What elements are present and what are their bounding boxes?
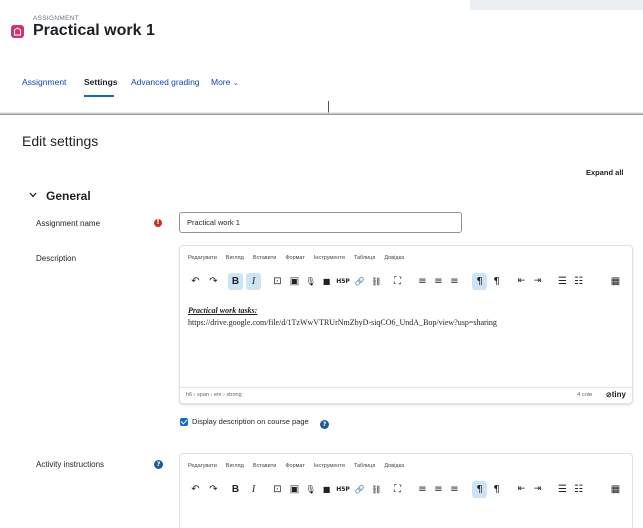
help-icon[interactable]: ?	[154, 460, 163, 469]
redo-icon[interactable]: ↷	[206, 273, 221, 290]
align-center-icon[interactable]: ≡	[431, 273, 446, 290]
tab-advanced-grading[interactable]: Advanced grading	[131, 77, 200, 87]
page-header: ASSIGNMENT Practical work 1	[0, 0, 643, 50]
activity-type-label: ASSIGNMENT	[33, 15, 79, 22]
general-section-header[interactable]: General	[46, 189, 91, 203]
align-right-icon[interactable]: ≡	[447, 273, 462, 290]
active-tab-indicator	[84, 95, 114, 97]
menu-help[interactable]: Довідка	[384, 255, 404, 265]
italic-button[interactable]: I	[246, 481, 261, 498]
editor-statusbar: h6 › span › em › strong 4 слів ⊘tiny	[180, 387, 632, 403]
h5p-icon[interactable]: H5P	[334, 273, 352, 290]
undo-icon[interactable]: ↶	[188, 273, 203, 290]
microphone-icon[interactable]: 🎙	[303, 481, 318, 498]
menu-edit[interactable]: Редагувати	[188, 463, 217, 473]
redo-icon[interactable]: ↷	[206, 481, 221, 498]
menu-insert[interactable]: Вставити	[253, 463, 277, 473]
outdent-icon[interactable]: ⇤	[514, 481, 529, 498]
h5p-icon[interactable]: H5P	[334, 481, 352, 498]
content-heading: Practical work tasks:	[188, 306, 258, 315]
tiny-brand: tiny	[611, 390, 626, 399]
display-description-label: Display description on course page	[192, 417, 309, 426]
image-icon[interactable]: ⊡	[270, 481, 285, 498]
media-icon[interactable]: ▣	[287, 481, 302, 498]
indent-icon[interactable]: ⇥	[530, 273, 545, 290]
menu-view[interactable]: Вигляд	[226, 255, 244, 265]
chevron-down-icon: ⌄	[232, 80, 239, 87]
menu-tools[interactable]: Інструменти	[314, 255, 345, 265]
more-tools-icon[interactable]: ▦	[608, 273, 623, 290]
undo-icon[interactable]: ↶	[188, 481, 203, 498]
more-tools-icon[interactable]: ▦	[608, 481, 623, 498]
tab-more[interactable]: More ⌄	[211, 77, 239, 87]
media-icon[interactable]: ▣	[287, 273, 302, 290]
fullscreen-icon[interactable]: ⛶	[390, 481, 405, 498]
indent-icon[interactable]: ⇥	[530, 481, 545, 498]
menu-table[interactable]: Таблиця	[354, 463, 375, 473]
description-label: Description	[36, 254, 77, 263]
element-path[interactable]: h6 › span › em › strong	[186, 392, 242, 398]
expand-all-link[interactable]: Expand all	[586, 168, 624, 177]
link-icon[interactable]: 🔗	[352, 273, 367, 290]
editor-content[interactable]: Practical work tasks: https://drive.goog…	[188, 306, 624, 327]
rtl-icon[interactable]: ¶	[489, 273, 504, 290]
numbered-list-icon[interactable]: ☷	[571, 273, 586, 290]
tab-more-label: More	[211, 77, 231, 87]
help-icon[interactable]: ?	[320, 420, 329, 429]
video-icon[interactable]: ■	[319, 481, 334, 498]
editor-menubar: Редагувати Вигляд Вставити Формат Інстру…	[188, 255, 404, 265]
bullet-list-icon[interactable]: ☰	[555, 273, 570, 290]
chevron-down-icon[interactable]	[29, 192, 37, 198]
page-title: Practical work 1	[33, 22, 155, 39]
menu-format[interactable]: Формат	[285, 463, 305, 473]
tab-settings[interactable]: Settings	[84, 77, 118, 87]
tab-divider	[0, 112, 643, 115]
video-icon[interactable]: ■	[319, 273, 334, 290]
unlink-icon[interactable]: ⛓	[369, 273, 384, 290]
italic-button[interactable]: I	[246, 273, 261, 290]
bold-button[interactable]: B	[228, 481, 243, 498]
menu-edit[interactable]: Редагувати	[188, 255, 217, 265]
assignment-icon	[11, 25, 24, 38]
editor-toolbar: ↶ ↷ B I ⊡ ▣ 🎙 ■ H5P 🔗 ⛓ ⛶ ≡ ≡ ≡ ¶ ¶ ⇤ ⇥ …	[180, 273, 632, 295]
image-icon[interactable]: ⊡	[270, 273, 285, 290]
fullscreen-icon[interactable]: ⛶	[390, 273, 405, 290]
menu-table[interactable]: Таблиця	[354, 255, 375, 265]
assignment-name-label: Assignment name	[36, 219, 101, 228]
menu-help[interactable]: Довідка	[384, 463, 404, 473]
menu-view[interactable]: Вигляд	[226, 463, 244, 473]
section-title: Edit settings	[22, 133, 99, 149]
assignment-name-input[interactable]: Practical work 1	[179, 212, 462, 233]
link-icon[interactable]: 🔗	[352, 481, 367, 498]
description-editor[interactable]: Редагувати Вигляд Вставити Формат Інстру…	[179, 245, 633, 404]
editor-toolbar: ↶ ↷ B I ⊡ ▣ 🎙 ■ H5P 🔗 ⛓ ⛶ ≡ ≡ ≡ ¶ ¶ ⇤ ⇥ …	[180, 481, 632, 503]
microphone-icon[interactable]: 🎙	[303, 273, 318, 290]
activity-instructions-editor[interactable]: Редагувати Вигляд Вставити Формат Інстру…	[179, 453, 633, 528]
bullet-list-icon[interactable]: ☰	[555, 481, 570, 498]
tiny-logo[interactable]: ⊘tiny	[606, 390, 626, 399]
menu-insert[interactable]: Вставити	[253, 255, 277, 265]
ltr-icon[interactable]: ¶	[472, 273, 487, 290]
numbered-list-icon[interactable]: ☷	[571, 481, 586, 498]
content-link[interactable]: https://drive.google.com/file/d/1TzWwVTR…	[188, 318, 624, 327]
header-background	[470, 0, 643, 10]
rtl-icon[interactable]: ¶	[489, 481, 504, 498]
unlink-icon[interactable]: ⛓	[369, 481, 384, 498]
align-center-icon[interactable]: ≡	[431, 481, 446, 498]
ltr-icon[interactable]: ¶	[472, 481, 487, 498]
align-left-icon[interactable]: ≡	[415, 273, 430, 290]
menu-tools[interactable]: Інструменти	[314, 463, 345, 473]
align-right-icon[interactable]: ≡	[447, 481, 462, 498]
menu-format[interactable]: Формат	[285, 255, 305, 265]
bold-button[interactable]: B	[228, 273, 243, 290]
activity-instructions-label: Activity instructions	[36, 460, 105, 469]
editor-menubar: Редагувати Вигляд Вставити Формат Інстру…	[188, 463, 404, 473]
display-description-checkbox[interactable]	[180, 418, 188, 426]
word-count[interactable]: 4 слів	[577, 392, 592, 398]
required-icon	[154, 218, 162, 227]
align-left-icon[interactable]: ≡	[415, 481, 430, 498]
tab-assignment[interactable]: Assignment	[22, 77, 66, 87]
outdent-icon[interactable]: ⇤	[514, 273, 529, 290]
